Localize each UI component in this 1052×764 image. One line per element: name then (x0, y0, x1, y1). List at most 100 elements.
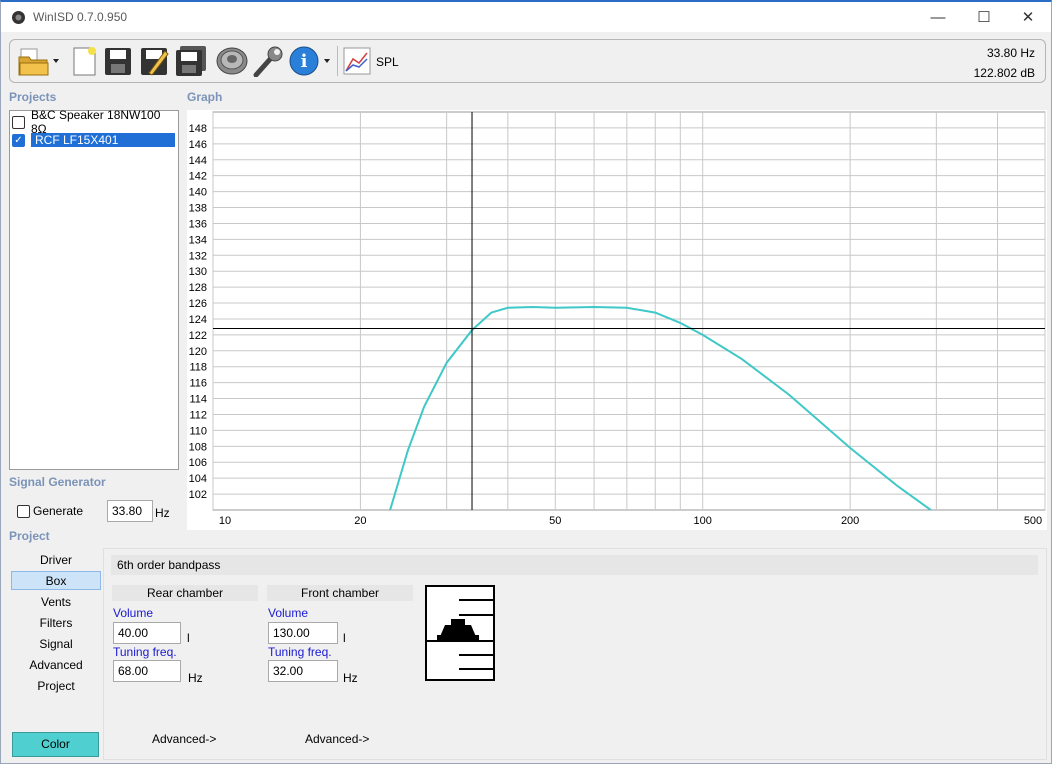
open-button[interactable] (16, 45, 62, 77)
save-icon (105, 48, 131, 75)
front-tuning-label: Tuning freq. (268, 645, 332, 659)
chart-svg[interactable]: 148 146 144 142 140 138 136 134 132 130 128 126 124 1… (187, 110, 1047, 530)
list-item[interactable]: B&C Speaker 18NW100 8Ω (12, 108, 178, 136)
info-icon: i (289, 46, 330, 76)
rear-tuning-unit: Hz (188, 671, 203, 685)
new-button[interactable] (68, 45, 100, 77)
toolbar: i SPL 33.80 Hz 122.802 dB (9, 39, 1046, 83)
y-tick-label: 128 (189, 282, 207, 294)
title-bar: WinISD 0.7.0.950 — ☐ ✕ (1, 2, 1051, 32)
y-tick-label: 122 (189, 330, 207, 342)
y-tick-label: 118 (189, 362, 207, 374)
box-type-header: 6th order bandpass (111, 555, 1038, 575)
spl-graph-button[interactable] (342, 45, 372, 77)
save-all-button[interactable] (174, 45, 208, 77)
y-tick-label: 108 (189, 441, 207, 453)
rear-tuning-label: Tuning freq. (113, 645, 177, 659)
generate-checkbox-row[interactable]: Generate (17, 504, 83, 518)
plot-area (212, 111, 1046, 511)
wrench-icon (253, 46, 283, 77)
y-tick-label: 116 (189, 378, 207, 390)
x-tick-label: 20 (354, 515, 366, 527)
tools-button[interactable] (252, 45, 286, 77)
front-advanced-link[interactable]: Advanced-> (305, 732, 369, 746)
y-tick-label: 106 (189, 457, 207, 469)
generator-freq-input[interactable]: 33.80 (107, 500, 153, 522)
driver-button[interactable] (214, 45, 250, 77)
spl-label[interactable]: SPL (376, 55, 399, 69)
nav-advanced[interactable]: Advanced (11, 656, 101, 675)
front-tuning-unit: Hz (343, 671, 358, 685)
y-tick-label: 112 (189, 409, 207, 421)
y-tick-label: 134 (189, 234, 207, 246)
y-tick-label: 136 (189, 218, 207, 230)
y-tick-label: 104 (189, 473, 207, 485)
x-tick-label: 50 (549, 515, 561, 527)
signal-generator-label: Signal Generator (9, 475, 106, 489)
rear-tuning-input[interactable]: 68.00 (113, 660, 181, 682)
save-as-button[interactable] (138, 45, 170, 77)
y-tick-label: 126 (189, 298, 207, 310)
generate-label: Generate (33, 504, 84, 518)
toolbar-separator (337, 46, 338, 76)
projects-label: Projects (9, 90, 57, 104)
y-tick-label: 148 (189, 123, 207, 135)
rear-volume-unit: l (187, 631, 190, 645)
x-tick-label: 500 (1024, 515, 1042, 527)
generate-checkbox[interactable] (17, 504, 30, 518)
project-checkbox[interactable]: ✓ (12, 133, 25, 147)
list-item[interactable]: ✓ RCF LF15X401 (12, 132, 175, 148)
rear-advanced-link[interactable]: Advanced-> (152, 732, 216, 746)
maximize-button[interactable]: ☐ (961, 2, 1007, 32)
y-tick-label: 140 (189, 187, 207, 199)
nav-vents[interactable]: Vents (11, 593, 101, 612)
save-button[interactable] (102, 45, 134, 77)
minimize-button[interactable]: — (915, 2, 961, 32)
y-tick-label: 132 (189, 250, 207, 262)
y-tick-label: 138 (189, 203, 207, 215)
front-tuning-input[interactable]: 32.00 (268, 660, 338, 682)
y-tick-label: 120 (189, 346, 207, 358)
close-button[interactable]: ✕ (1005, 2, 1051, 32)
y-tick-label: 110 (189, 425, 207, 437)
app-icon (12, 11, 25, 24)
x-tick-label: 200 (841, 515, 859, 527)
project-label: RCF LF15X401 (31, 133, 175, 147)
open-folder-icon (18, 48, 59, 76)
front-volume-label: Volume (268, 606, 309, 620)
cursor-freq-readout: 33.80 Hz (986, 46, 1035, 60)
y-tick-label: 124 (189, 314, 207, 326)
y-tick-label: 142 (189, 171, 207, 183)
new-document-icon (73, 47, 96, 76)
save-as-icon (141, 48, 169, 76)
generator-freq-unit: Hz (155, 506, 170, 520)
color-button[interactable]: Color (12, 732, 99, 757)
svg-text:i: i (301, 51, 308, 72)
rear-chamber-title: Rear chamber (112, 585, 258, 601)
y-tick-label: 114 (189, 394, 207, 406)
info-button[interactable]: i (288, 45, 334, 77)
y-tick-label: 146 (189, 139, 207, 151)
bandpass-box-diagram-icon (425, 585, 495, 681)
spl-graph-icon (343, 47, 371, 75)
cursor-db-readout: 122.802 dB (973, 66, 1035, 80)
project-checkbox[interactable] (12, 115, 25, 129)
nav-box[interactable]: Box (11, 571, 101, 590)
nav-signal[interactable]: Signal (11, 635, 101, 654)
x-tick-label: 10 (219, 515, 231, 527)
graph-label: Graph (187, 90, 223, 104)
spl-graph[interactable]: 148 146 144 142 140 138 136 134 132 130 128 126 124 1… (187, 110, 1047, 530)
box-panel (103, 548, 1047, 760)
rear-volume-input[interactable]: 40.00 (113, 622, 181, 644)
project-label: Project (9, 529, 50, 543)
y-tick-label: 130 (189, 266, 207, 278)
nav-project[interactable]: Project (11, 677, 101, 696)
nav-driver[interactable]: Driver (11, 551, 101, 570)
rear-volume-label: Volume (113, 606, 154, 620)
front-chamber-title: Front chamber (267, 585, 413, 601)
y-tick-label: 144 (189, 155, 207, 167)
window-title: WinISD 0.7.0.950 (33, 10, 128, 24)
front-volume-input[interactable]: 130.00 (268, 622, 338, 644)
nav-filters[interactable]: Filters (11, 614, 101, 633)
x-tick-label: 100 (694, 515, 712, 527)
